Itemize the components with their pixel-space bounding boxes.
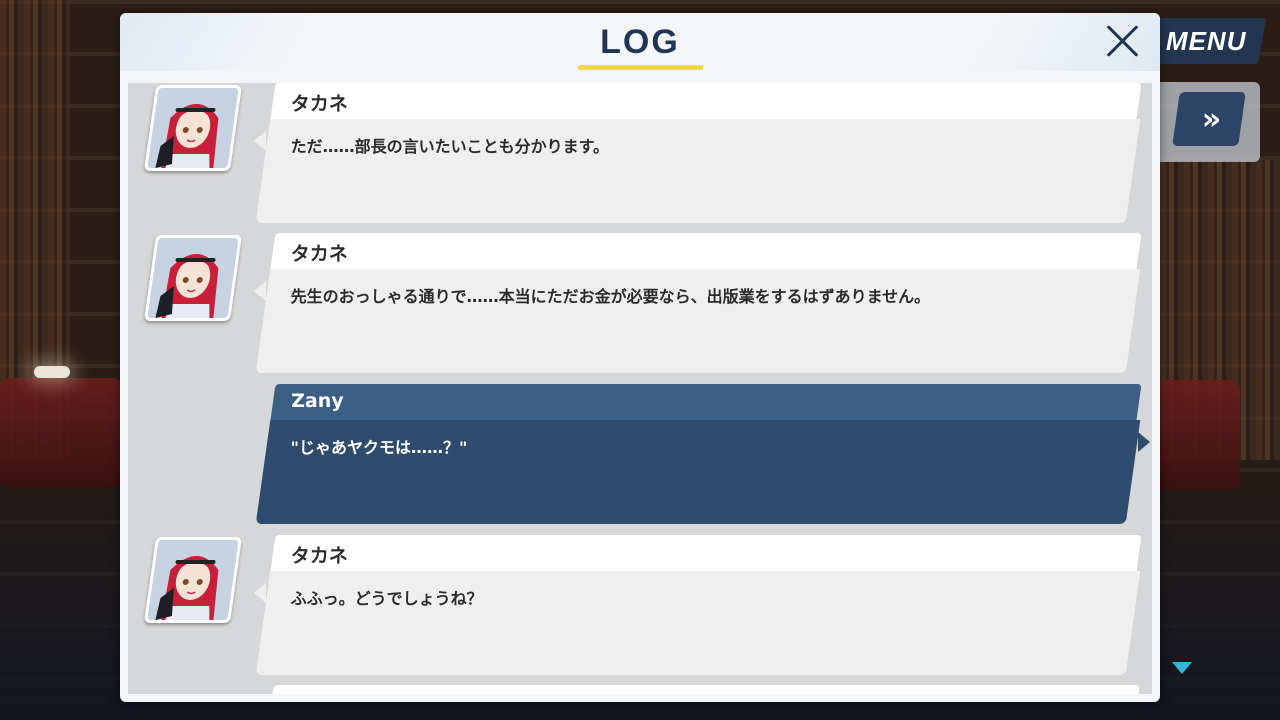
title-underline bbox=[578, 65, 703, 70]
speaker-name: タカネ bbox=[290, 93, 348, 115]
bubble-pointer bbox=[254, 583, 266, 603]
dialogue-text: "じゃあヤクモは……？" bbox=[290, 438, 468, 457]
speaker-name-plate: タカネ bbox=[270, 233, 1142, 269]
log-title: LOG bbox=[600, 23, 680, 61]
log-panel: LOG タカネ ただ……部長の言いたいことも分かります。 タカネ 先生のおっしゃ… bbox=[120, 13, 1160, 702]
bubble-pointer bbox=[254, 131, 266, 151]
next-entry-edge bbox=[272, 685, 1140, 694]
background-couch-right bbox=[1150, 380, 1240, 490]
bubble-pointer bbox=[1138, 432, 1150, 452]
log-entry: タカネ ただ……部長の言いたいことも分かります。 bbox=[128, 83, 1152, 225]
dialogue-bubble: ふふっ。どうでしょうね？ bbox=[255, 571, 1141, 675]
takane-portrait bbox=[143, 85, 243, 171]
fast-forward-icon: » bbox=[1202, 101, 1216, 137]
log-list[interactable]: タカネ ただ……部長の言いたいことも分かります。 タカネ 先生のおっしゃる通りで… bbox=[128, 83, 1152, 694]
dialogue-bubble: "じゃあヤクモは……？" bbox=[255, 420, 1141, 524]
bubble-pointer bbox=[254, 281, 266, 301]
speaker-name-plate: タカネ bbox=[270, 83, 1142, 119]
speaker-name: タカネ bbox=[290, 243, 348, 265]
background-couch bbox=[0, 378, 122, 488]
log-entry: タカネ 先生のおっしゃる通りで……本当にただお金が必要なら、出版業をするはずあり… bbox=[128, 233, 1152, 375]
speaker-name: Zany bbox=[291, 390, 344, 412]
speaker-name-plate: Zany bbox=[270, 384, 1142, 420]
dialogue-bubble: 先生のおっしゃる通りで……本当にただお金が必要なら、出版業をするはずありません。 bbox=[255, 269, 1141, 373]
log-entry-player: Zany "じゃあヤクモは……？" bbox=[128, 384, 1152, 526]
speaker-name: タカネ bbox=[290, 545, 348, 567]
takane-portrait bbox=[143, 537, 243, 623]
speaker-name-plate: タカネ bbox=[270, 535, 1142, 571]
triangle-down-icon[interactable] bbox=[1172, 662, 1192, 674]
dialogue-text: ふふっ。どうでしょうね？ bbox=[290, 589, 483, 608]
dialogue-text: 先生のおっしゃる通りで……本当にただお金が必要なら、出版業をするはずありません。 bbox=[290, 287, 931, 306]
takane-portrait bbox=[143, 235, 243, 321]
menu-button[interactable]: MENU bbox=[1145, 18, 1267, 64]
background-lamp bbox=[34, 366, 70, 378]
menu-label: MENU bbox=[1165, 25, 1247, 56]
log-header: LOG bbox=[120, 13, 1160, 71]
log-entry: タカネ ふふっ。どうでしょうね？ bbox=[128, 535, 1152, 677]
dialogue-text: ただ……部長の言いたいことも分かります。 bbox=[290, 137, 610, 156]
fast-forward-button[interactable]: » bbox=[1172, 92, 1246, 146]
close-icon[interactable] bbox=[1105, 23, 1141, 59]
dialogue-bubble: ただ……部長の言いたいことも分かります。 bbox=[255, 119, 1141, 223]
